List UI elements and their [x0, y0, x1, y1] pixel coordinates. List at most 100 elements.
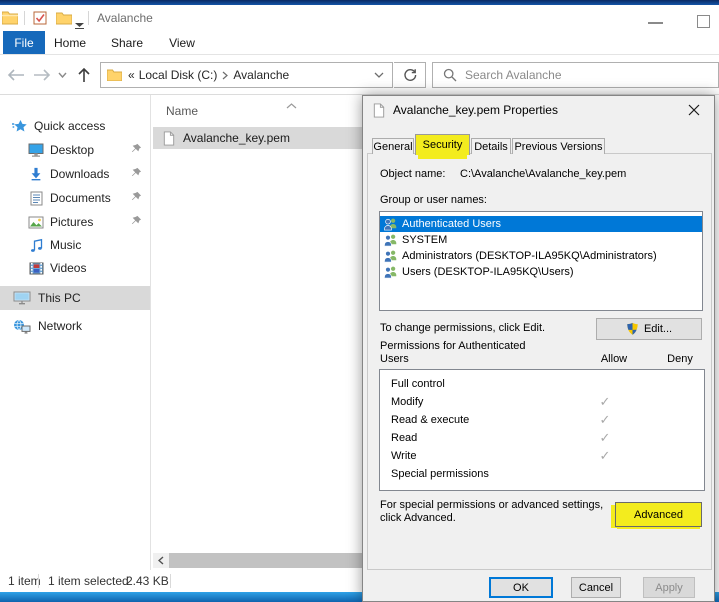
- network-icon: [12, 319, 32, 334]
- address-dropdown-chevron-icon[interactable]: [374, 72, 384, 79]
- documents-icon: [28, 191, 44, 206]
- group-user-list[interactable]: Authenticated Users SYSTEM Administrator…: [379, 211, 703, 311]
- tab-home[interactable]: Home: [50, 31, 90, 54]
- cancel-button[interactable]: Cancel: [571, 577, 621, 598]
- permission-row: Read ✓: [380, 429, 704, 447]
- back-icon[interactable]: [6, 65, 26, 85]
- tab-share[interactable]: Share: [106, 31, 148, 54]
- apply-button[interactable]: Apply: [643, 577, 695, 598]
- group-row-administrators[interactable]: Administrators (DESKTOP-ILA95KQ\Administ…: [380, 248, 702, 264]
- sidebar-item-label: Desktop: [50, 143, 94, 157]
- edit-button-label: Edit...: [644, 323, 672, 335]
- status-divider: [38, 574, 39, 588]
- pin-icon: [131, 143, 142, 157]
- navigation-pane: Quick access Desktop Downloads Docume: [0, 95, 150, 570]
- permission-row: Full control: [380, 375, 704, 393]
- refresh-button[interactable]: [394, 62, 426, 88]
- dialog-title-bar[interactable]: Avalanche_key.pem Properties: [363, 96, 714, 124]
- edit-button[interactable]: Edit...: [596, 318, 702, 340]
- sidebar-item-desktop[interactable]: Desktop: [0, 138, 150, 162]
- permission-label: Read & execute: [391, 414, 469, 426]
- sidebar-item-videos[interactable]: Videos: [0, 256, 150, 280]
- recent-locations-chevron-icon[interactable]: [56, 69, 68, 81]
- object-name-value: C:\Avalanche\Avalanche_key.pem: [460, 168, 626, 180]
- breadcrumb-item-folder[interactable]: Avalanche: [233, 68, 289, 82]
- allow-column-header: Allow: [584, 353, 644, 365]
- sort-ascending-icon[interactable]: [286, 96, 297, 114]
- up-icon[interactable]: [74, 65, 94, 85]
- allow-checkmark: ✓: [575, 449, 635, 464]
- permission-label: Read: [391, 432, 417, 444]
- close-icon[interactable]: [682, 100, 706, 120]
- sidebar-item-label: Documents: [50, 191, 111, 205]
- status-item-count: 1 item: [8, 574, 41, 588]
- sidebar-item-this-pc[interactable]: This PC: [0, 286, 150, 310]
- sidebar-item-documents[interactable]: Documents: [0, 186, 150, 210]
- advanced-hint-line2: click Advanced.: [380, 512, 456, 524]
- qat-folder-icon[interactable]: [56, 12, 72, 30]
- allow-checkmark: ✓: [575, 413, 635, 428]
- permission-label: Special permissions: [391, 468, 489, 480]
- allow-checkmark: ✓: [575, 395, 635, 410]
- uac-shield-icon: [626, 322, 639, 336]
- sidebar-item-network[interactable]: Network: [0, 314, 150, 338]
- forward-icon[interactable]: [32, 65, 52, 85]
- title-bar[interactable]: Avalanche: [0, 5, 719, 31]
- breadcrumb-separator-icon[interactable]: [222, 71, 228, 80]
- file-row[interactable]: Avalanche_key.pem: [153, 127, 365, 149]
- music-icon: [28, 238, 44, 253]
- pin-icon: [131, 167, 142, 181]
- tab-view[interactable]: View: [162, 31, 202, 54]
- permission-row: Special permissions: [380, 465, 704, 483]
- sidebar-item-label: Downloads: [50, 167, 109, 181]
- breadcrumb-item-drive[interactable]: Local Disk (C:): [139, 68, 218, 82]
- sidebar-item-quick-access[interactable]: Quick access: [0, 114, 150, 138]
- tab-details[interactable]: Details: [471, 138, 511, 154]
- status-divider: [170, 574, 171, 588]
- qat-properties-icon[interactable]: [33, 11, 47, 30]
- maximize-button[interactable]: [697, 15, 710, 28]
- videos-icon: [28, 262, 44, 275]
- advanced-button[interactable]: Advanced: [615, 502, 702, 527]
- permissions-header-line1: Permissions for Authenticated: [380, 340, 526, 352]
- permission-row: Read & execute ✓: [380, 411, 704, 429]
- tab-general[interactable]: General: [372, 138, 414, 154]
- group-name: Users (DESKTOP-ILA95KQ\Users): [402, 266, 574, 278]
- group-row-system[interactable]: SYSTEM: [380, 232, 702, 248]
- group-icon: [383, 249, 398, 263]
- sidebar-item-label: Pictures: [50, 215, 93, 229]
- dialog-title: Avalanche_key.pem Properties: [393, 103, 558, 117]
- address-bar[interactable]: « Local Disk (C:) Avalanche: [100, 62, 393, 88]
- advanced-hint-line1: For special permissions or advanced sett…: [380, 499, 603, 511]
- sidebar-item-label: Network: [38, 319, 82, 333]
- deny-column-header: Deny: [650, 353, 710, 365]
- column-header-name[interactable]: Name: [166, 104, 198, 118]
- address-folder-icon: [107, 69, 122, 81]
- tab-previous-versions[interactable]: Previous Versions: [512, 138, 605, 154]
- group-row-authenticated-users[interactable]: Authenticated Users: [380, 216, 702, 232]
- search-input[interactable]: Search Avalanche: [432, 62, 719, 88]
- permissions-list[interactable]: Full control Modify ✓ Read & execute ✓ R…: [379, 369, 705, 491]
- breadcrumb-overflow[interactable]: «: [128, 68, 135, 82]
- tab-file[interactable]: File: [3, 31, 45, 54]
- app-folder-icon: [2, 11, 18, 30]
- scroll-left-icon[interactable]: [153, 553, 169, 568]
- quick-access-star-icon: [12, 119, 28, 134]
- sidebar-item-music[interactable]: Music: [0, 233, 150, 257]
- minimize-button[interactable]: [648, 22, 663, 24]
- ok-button[interactable]: OK: [489, 577, 553, 598]
- tab-security[interactable]: Security: [415, 134, 470, 155]
- group-icon: [383, 233, 398, 247]
- group-name: SYSTEM: [402, 234, 447, 246]
- scrollbar-thumb[interactable]: [169, 553, 365, 568]
- sidebar-item-label: Quick access: [34, 119, 105, 133]
- sidebar-item-downloads[interactable]: Downloads: [0, 162, 150, 186]
- group-row-users[interactable]: Users (DESKTOP-ILA95KQ\Users): [380, 264, 702, 280]
- search-icon: [443, 68, 457, 82]
- pin-icon: [131, 191, 142, 205]
- permissions-header-line2: Users: [380, 353, 409, 365]
- sidebar-item-pictures[interactable]: Pictures: [0, 210, 150, 234]
- allow-checkmark: ✓: [575, 431, 635, 446]
- horizontal-scrollbar[interactable]: [153, 553, 365, 568]
- group-icon: [383, 265, 398, 279]
